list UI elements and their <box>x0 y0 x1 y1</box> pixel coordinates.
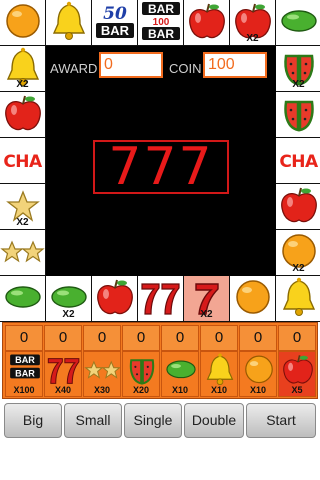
bet-amount-double-star[interactable]: 0 <box>83 325 121 351</box>
board-cell-bar-100: BAR 100 BAR <box>138 0 184 46</box>
payout-label: X20 <box>132 385 149 395</box>
cha-text: CHA <box>279 152 318 172</box>
board-cell-apple <box>92 276 138 322</box>
bet-symbol-double-seven[interactable]: X40 <box>44 351 82 397</box>
board-cell-orange: X2 <box>276 230 320 276</box>
double-button[interactable]: Double <box>184 403 244 438</box>
single-button[interactable]: Single <box>124 403 182 438</box>
board-cell-bell <box>276 276 320 322</box>
board-cell-melon <box>0 276 46 322</box>
multiplier-label: X2 <box>292 79 305 90</box>
multiplier-label: X2 <box>246 33 259 44</box>
start-button[interactable]: Start <box>246 403 316 438</box>
board-cell-orange <box>230 276 276 322</box>
bet-symbol-orange[interactable]: X10 <box>239 351 277 397</box>
board-cell-cha: CHA <box>276 138 320 184</box>
bet-symbol-bell[interactable]: X10 <box>200 351 238 397</box>
big-button[interactable]: Big <box>4 403 62 438</box>
bet-amount-bell[interactable]: 0 <box>200 325 238 351</box>
payout-label: X30 <box>93 385 110 395</box>
board-cell-cha: CHA <box>0 138 46 184</box>
bet-panel: 0 BAR BAR X100 0 X40 0 X30 0 X20 0 X10 0 X10 0 X10 0 X5 <box>2 322 318 399</box>
board-cell-melon: X2 <box>46 276 92 322</box>
multiplier-label: X2 <box>16 79 29 90</box>
cha-text: CHA <box>3 152 42 172</box>
board-cell-bar-50: 50 BAR <box>92 0 138 46</box>
bet-symbol-apple[interactable]: X5 <box>278 351 316 397</box>
small-button[interactable]: Small <box>64 403 122 438</box>
bet-amount-watermelon[interactable]: 0 <box>122 325 160 351</box>
bet-amount-apple[interactable]: 0 <box>278 325 316 351</box>
slot-machine-screen: 50 BAR BAR 100 BAR X2 X2 CHA X2 X2 X2 X2 CHA X2 AWARD… <box>0 0 320 480</box>
board-cell-star: X2 <box>0 184 46 230</box>
bet-amount-bar[interactable]: 0 <box>5 325 43 351</box>
bet-symbol-bar[interactable]: BAR BAR X100 <box>5 351 43 397</box>
bet-symbol-melon[interactable]: X10 <box>161 351 199 397</box>
board-cell-bell: X2 <box>0 46 46 92</box>
svg-text:50: 50 <box>103 4 127 24</box>
coin-field: 100 <box>203 52 267 78</box>
board-cell-melon <box>276 0 320 46</box>
multiplier-label: X2 <box>292 263 305 274</box>
multiplier-label: X2 <box>16 217 29 228</box>
payout-label: X40 <box>54 385 71 395</box>
board-cell-watermelon <box>276 92 320 138</box>
bet-symbol-double-star[interactable]: X30 <box>83 351 121 397</box>
board-cell-watermelon: X2 <box>276 46 320 92</box>
board-cell-orange <box>0 0 46 46</box>
board-cell-apple <box>184 0 230 46</box>
payout-label: X5 <box>291 385 303 395</box>
bet-amount-melon[interactable]: 0 <box>161 325 199 351</box>
payout-label: X10 <box>171 385 188 395</box>
multiplier-label: X2 <box>200 309 213 320</box>
board-cell-bell <box>46 0 92 46</box>
board-cell-apple <box>276 184 320 230</box>
bet-amount-double-seven[interactable]: 0 <box>44 325 82 351</box>
svg-text:BAR: BAR <box>15 355 35 365</box>
center-panel: AWARD 0 COIN 100 777 <box>46 46 276 276</box>
award-field: 0 <box>99 52 163 78</box>
bet-amount-orange[interactable]: 0 <box>239 325 277 351</box>
multiplier-label: X2 <box>62 309 75 320</box>
board-cell-double-seven <box>138 276 184 322</box>
bet-symbol-watermelon[interactable]: X20 <box>122 351 160 397</box>
board-cell-double-star <box>0 230 46 276</box>
svg-text:BAR: BAR <box>148 27 174 41</box>
payout-label: X100 <box>13 385 35 395</box>
award-label: AWARD <box>50 61 98 76</box>
coin-label: COIN <box>169 61 202 76</box>
svg-text:BAR: BAR <box>15 368 35 378</box>
svg-text:BAR: BAR <box>101 23 130 38</box>
board-cell-seven: X2 <box>184 276 230 322</box>
payout-label: X10 <box>210 385 227 395</box>
svg-text:BAR: BAR <box>148 2 174 16</box>
result-display: 777 <box>93 140 229 194</box>
payout-label: X10 <box>249 385 266 395</box>
board-cell-apple <box>0 92 46 138</box>
board-cell-apple: X2 <box>230 0 276 46</box>
